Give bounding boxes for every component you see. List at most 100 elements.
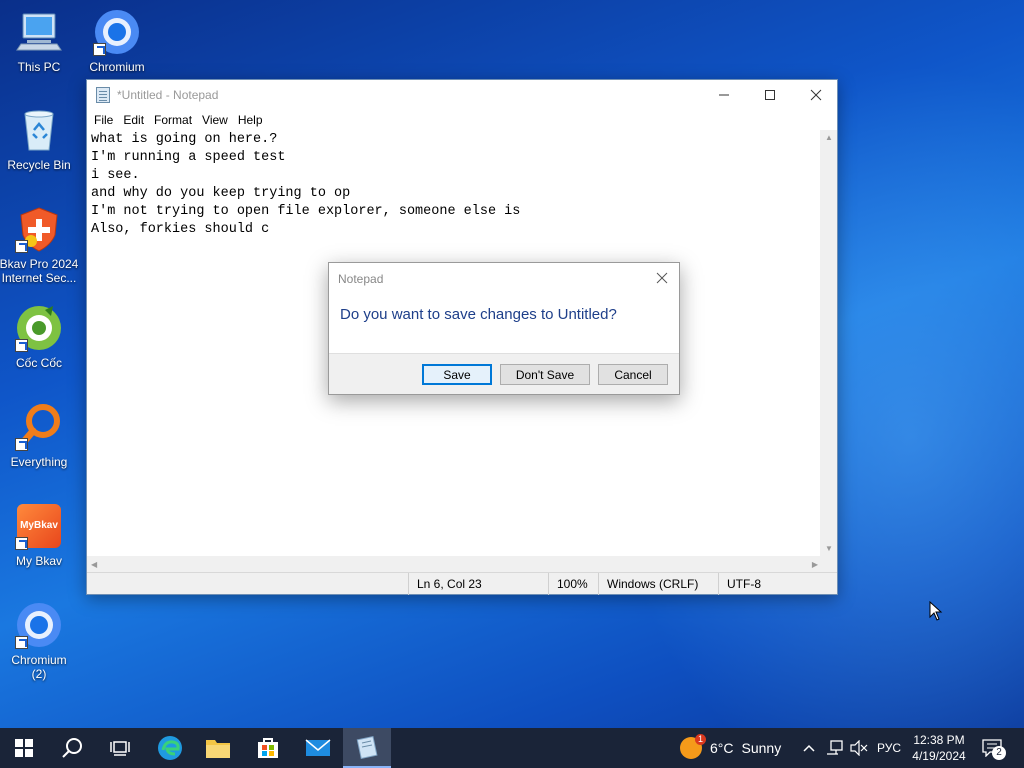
show-hidden-icons-button[interactable] [802,728,816,768]
status-cursor-position: Ln 6, Col 23 [408,573,548,595]
notification-center-button[interactable]: 2 [982,728,1006,768]
shortcut-arrow-icon [15,537,28,550]
desktop-icon-label: Chromium (2) [11,653,67,681]
text-line: I'm not trying to open file explorer, so… [91,204,521,219]
recycle-bin-icon [15,106,63,154]
desktop-icon-chromium-2[interactable]: Chromium (2) [0,601,79,681]
close-button[interactable] [793,80,839,110]
minimize-button[interactable] [701,80,747,110]
maximize-icon [765,90,775,100]
desktop-icon-coc-coc[interactable]: Cốc Cốc [0,304,79,370]
desktop-icon-label: My Bkav [15,554,62,568]
taskbar-edge[interactable] [146,728,194,768]
desktop-icon-recycle-bin[interactable]: Recycle Bin [0,106,79,172]
status-line-ending: Windows (CRLF) [598,573,718,595]
desktop-icon-bkav-pro[interactable]: Bkav Pro 2024 Internet Sec... [0,205,79,285]
notepad-titlebar[interactable]: *Untitled - Notepad [87,80,837,110]
weather-description: Sunny [741,740,782,756]
horizontal-scrollbar[interactable]: ◀ ▶ [87,556,822,573]
menu-file[interactable]: File [89,113,118,127]
notepad-app-icon [96,87,110,103]
minimize-icon [719,94,729,96]
weather-temperature: 6°C [710,740,734,756]
weather-alert-badge: 1 [694,734,706,745]
desktop-icon-label: Chromium [89,60,145,74]
desktop-icon-label: This PC [17,60,61,74]
desktop-icon-chromium[interactable]: Chromium [77,8,157,74]
computer-icon [15,8,63,56]
desktop-icon-everything[interactable]: Everything [0,403,79,469]
shortcut-arrow-icon [93,43,106,56]
chromium-icon [93,8,141,56]
store-icon [258,738,278,758]
maximize-button[interactable] [747,80,793,110]
network-icon [827,740,843,755]
desktop-icon-my-bkav[interactable]: MyBkav My Bkav [0,502,79,568]
text-line: what is going on here.? [91,132,278,147]
taskbar-mail[interactable] [294,728,342,768]
desktop-icon-label: Recycle Bin [7,158,71,172]
desktop-icon-label: Everything [10,455,68,469]
taskbar-notepad[interactable] [343,728,391,768]
window-title: *Untitled - Notepad [117,88,219,102]
text-line: Also, forkies should c [91,222,270,237]
folder-icon [206,740,230,758]
cancel-button[interactable]: Cancel [598,364,668,385]
close-icon [656,272,668,284]
clock-date: 4/19/2024 [912,749,966,763]
menu-format[interactable]: Format [149,113,197,127]
windows-logo-icon [15,739,33,757]
search-icon [62,738,82,758]
status-encoding: UTF-8 [718,573,837,595]
coc-coc-icon [15,304,63,352]
menu-help[interactable]: Help [233,113,268,127]
vertical-scrollbar[interactable]: ▲ ▼ [820,130,837,556]
dialog-message: Do you want to save changes to Untitled? [340,306,617,323]
notification-icon: 2 [982,739,1006,760]
mouse-cursor-icon [929,601,943,621]
network-button[interactable] [826,728,844,768]
desktop-icon-label: Cốc Cốc [15,356,62,370]
taskbar-file-explorer[interactable] [194,728,242,768]
volume-button[interactable] [850,728,868,768]
chevron-up-icon [803,744,815,752]
status-bar: Ln 6, Col 23 100% Windows (CRLF) UTF-8 [87,572,837,595]
language-indicator[interactable]: РУС [877,728,901,768]
search-button[interactable] [48,728,96,768]
weather-widget[interactable]: 1 6°C Sunny [680,728,781,768]
dont-save-button[interactable]: Don't Save [500,364,590,385]
scrollbar-corner [820,556,837,573]
text-line: i see. [91,168,140,183]
task-view-button[interactable] [96,728,144,768]
shortcut-arrow-icon [15,636,28,649]
dialog-footer: Save Don't Save Cancel [329,353,679,394]
dialog-close-button[interactable] [645,263,679,293]
edge-icon [158,736,182,760]
start-button[interactable] [0,728,48,768]
menu-view[interactable]: View [197,113,233,127]
text-line: and why do you keep trying to op [91,186,351,201]
volume-muted-icon [850,740,868,756]
mail-icon [305,739,331,756]
scroll-right-icon[interactable]: ▶ [812,560,818,569]
menu-edit[interactable]: Edit [118,113,149,127]
text-line: I'm running a speed test [91,150,286,165]
scroll-down-icon[interactable]: ▼ [825,544,833,553]
bkav-shield-icon [15,205,63,253]
my-bkav-icon: MyBkav [15,502,63,550]
taskbar-store[interactable] [244,728,292,768]
scroll-up-icon[interactable]: ▲ [825,133,833,142]
clock[interactable]: 12:38 PM 4/19/2024 [908,732,970,764]
save-button[interactable]: Save [422,364,492,385]
clock-time: 12:38 PM [913,733,965,747]
task-view-icon [110,741,130,756]
shortcut-arrow-icon [15,240,28,253]
save-changes-dialog[interactable]: Notepad Do you want to save changes to U… [328,262,680,395]
notification-count-badge: 2 [992,746,1006,760]
notepad-icon [356,735,378,759]
scroll-left-icon[interactable]: ◀ [91,560,97,569]
weather-sun-icon: 1 [680,734,706,759]
desktop-icon-this-pc[interactable]: This PC [0,8,79,74]
desktop-icon-label: Bkav Pro 2024 Internet Sec... [0,257,79,285]
close-icon [810,89,822,101]
